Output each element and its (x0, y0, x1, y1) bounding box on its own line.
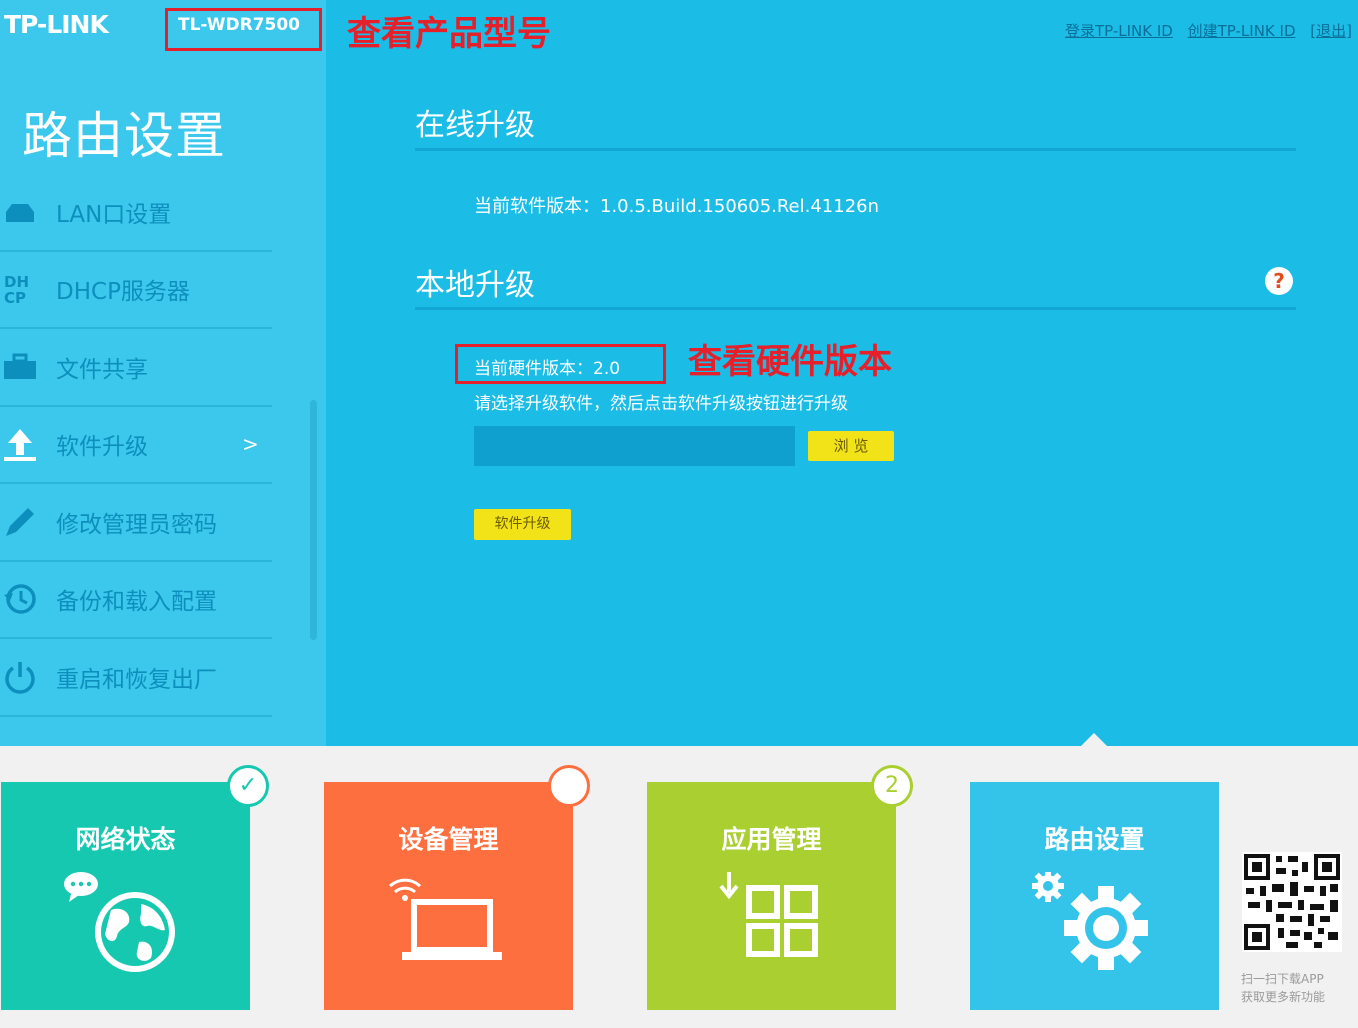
chevron-right-icon: > (242, 432, 259, 457)
briefcase-icon (2, 349, 38, 385)
divider (415, 148, 1296, 151)
top-links: 登录TP-LINK ID 创建TP-LINK ID [退出] (1055, 20, 1352, 41)
sidebar-item-label: 软件升级 (56, 434, 148, 461)
model-label: TL-WDR7500 (165, 8, 322, 51)
sidebar-item-label: LAN口设置 (56, 201, 172, 228)
sidebar-item-label: 备份和载入配置 (56, 589, 217, 616)
qr-caption: 扫一扫下载APP 获取更多新功能 (1241, 970, 1325, 1006)
apps-grid-icon (717, 872, 827, 966)
dhcp-icon: DH CP (2, 271, 38, 307)
annotation-model: 查看产品型号 (347, 14, 551, 54)
sidebar-item-lan[interactable]: LAN口设置 (0, 174, 272, 252)
software-upgrade-button[interactable]: 软件升级 (474, 509, 571, 540)
history-icon (2, 581, 38, 617)
gear-icon (1030, 870, 1160, 976)
tile-label: 设备管理 (398, 825, 499, 854)
tile-app-management[interactable]: 应用管理 (647, 782, 896, 1010)
tile-label: 网络状态 (75, 825, 176, 854)
annotation-hardware: 查看硬件版本 (688, 342, 892, 382)
pencil-icon (2, 504, 38, 540)
laptop-wifi-icon (384, 872, 514, 976)
status-badge (548, 765, 590, 807)
globe-icon (61, 872, 191, 986)
active-pointer (1080, 733, 1108, 747)
qr-caption-line: 扫一扫下载APP (1241, 972, 1324, 986)
brand-logo: TP-LINK (4, 10, 109, 39)
online-upgrade-title: 在线升级 (415, 108, 535, 143)
sidebar-item-file-share[interactable]: 文件共享 (0, 329, 272, 407)
qr-caption-line: 获取更多新功能 (1241, 990, 1326, 1004)
sidebar-item-software-upgrade[interactable]: 软件升级 > (0, 407, 272, 484)
tile-router-settings[interactable]: 路由设置 (970, 782, 1219, 1010)
tile-label: 应用管理 (721, 825, 822, 854)
sidebar-item-label: 文件共享 (56, 356, 148, 383)
file-path-input[interactable] (474, 426, 795, 466)
browse-button[interactable]: 浏 览 (808, 431, 894, 461)
login-link[interactable]: 登录TP-LINK ID (1065, 22, 1173, 40)
count-badge: 2 (871, 765, 913, 807)
sidebar-title: 路由设置 (22, 107, 226, 165)
local-upgrade-title: 本地升级 (415, 268, 535, 303)
divider (415, 307, 1296, 310)
sidebar-scrollbar[interactable] (310, 400, 317, 640)
sidebar-item-label: 重启和恢复出厂 (56, 666, 217, 693)
sidebar-item-reboot[interactable]: 重启和恢复出厂 (0, 639, 272, 717)
sidebar-menu: LAN口设置 DHCP DHCP服务器 文件共享 软件升级 > 修改管理员密码 (0, 174, 272, 717)
sidebar-item-dhcp[interactable]: DH CP DHCP服务器 (0, 252, 272, 329)
sidebar-item-label: DHCP服务器 (56, 279, 190, 306)
logout-link[interactable]: [退出] (1310, 22, 1352, 40)
software-version: 当前软件版本：1.0.5.Build.150605.Rel.41126n (474, 196, 880, 217)
tile-network-status[interactable]: 网络状态 (1, 782, 250, 1010)
check-icon: ✓ (227, 765, 269, 807)
upgrade-hint: 请选择升级软件，然后点击软件升级按钮进行升级 (474, 394, 848, 414)
help-icon[interactable]: ? (1265, 267, 1293, 295)
lan-icon (2, 194, 38, 230)
upload-icon (2, 426, 38, 462)
hardware-version: 当前硬件版本：2.0 (455, 344, 666, 384)
sidebar: TP-LINK TL-WDR7500 路由设置 LAN口设置 DH CP DHCP… (0, 0, 326, 746)
tile-device-management[interactable]: 设备管理 (324, 782, 573, 1010)
power-icon (2, 659, 38, 695)
sidebar-item-admin-password[interactable]: 修改管理员密码 (0, 484, 272, 562)
sidebar-item-label: 修改管理员密码 (56, 511, 217, 538)
sidebar-item-backup[interactable]: 备份和载入配置 (0, 562, 272, 639)
tile-label: 路由设置 (1044, 825, 1145, 854)
svg-text:CP: CP (4, 289, 26, 307)
create-account-link[interactable]: 创建TP-LINK ID (1188, 22, 1296, 40)
qr-code (1242, 852, 1342, 952)
